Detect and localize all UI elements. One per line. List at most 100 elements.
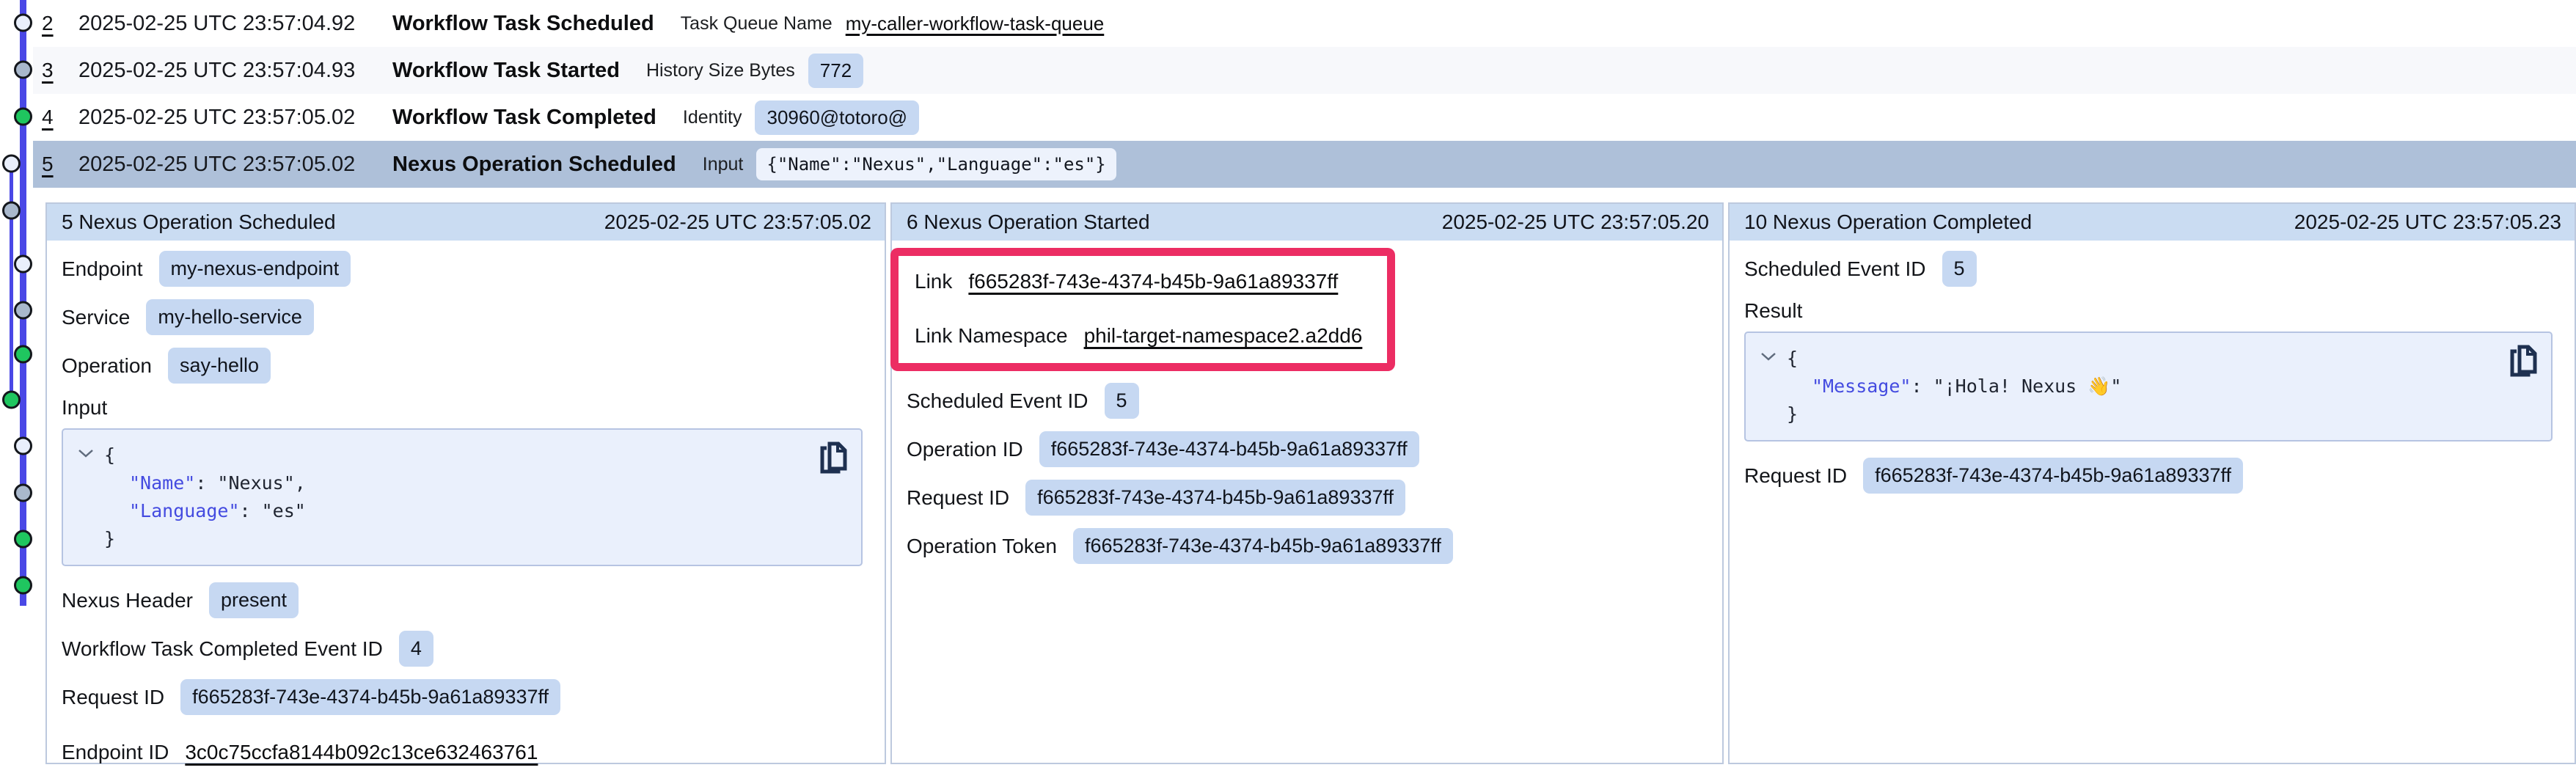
json-viewer-input: { "Name": "Nexus", "Language": "es" } xyxy=(62,428,863,566)
detail-label: Service xyxy=(62,306,130,329)
input-section-label: Input xyxy=(62,396,863,420)
detail-row: Workflow Task Completed Event ID 4 xyxy=(62,631,863,667)
chevron-down-icon[interactable] xyxy=(78,448,94,458)
json-line: } xyxy=(1756,400,2504,428)
timeline-event-dot-scheduled xyxy=(15,438,32,454)
detail-row: Nexus Header present xyxy=(62,582,863,618)
json-viewer-result: { "Message": "¡Hola! Nexus 👋" } xyxy=(1744,331,2553,442)
event-name: Workflow Task Started xyxy=(392,59,620,83)
history-event-row-selected[interactable]: 5 2025-02-25 UTC 23:57:05.02 Nexus Opera… xyxy=(33,141,2576,188)
timeline-event-dot-started xyxy=(15,485,32,501)
history-event-row[interactable]: 4 2025-02-25 UTC 23:57:05.02 Workflow Ta… xyxy=(33,94,2576,141)
event-attr-label: Identity xyxy=(683,107,742,128)
detail-value-badge: 4 xyxy=(399,631,433,667)
panel-title: 10 Nexus Operation Completed xyxy=(1744,210,2032,234)
event-detail-panel-completed: 10 Nexus Operation Completed 2025-02-25 … xyxy=(1728,202,2576,764)
detail-label: Scheduled Event ID xyxy=(1744,257,1926,281)
input-json-badge: {"Name":"Nexus","Language":"es"} xyxy=(756,148,1116,180)
event-attr-label: Input xyxy=(703,154,744,175)
event-timestamp: 2025-02-25 UTC 23:57:04.92 xyxy=(78,12,392,36)
timeline-event-dot-started xyxy=(4,202,20,219)
nexus-link[interactable]: f665283f-743e-4374-b45b-9a61a89337ff xyxy=(968,270,1338,293)
timeline-event-dot-completed xyxy=(4,392,20,408)
event-id-link[interactable]: 5 xyxy=(42,153,78,176)
timeline-event-dot-scheduled xyxy=(15,15,32,31)
detail-row: Request ID f665283f-743e-4374-b45b-9a61a… xyxy=(1744,458,2553,494)
detail-row: Request ID f665283f-743e-4374-b45b-9a61a… xyxy=(62,679,863,715)
detail-row: Endpoint ID 3c0c75ccfa8144b092c13ce63246… xyxy=(62,736,863,769)
detail-label: Link Namespace xyxy=(915,324,1068,348)
json-line: { xyxy=(73,442,814,469)
event-timestamp: 2025-02-25 UTC 23:57:05.02 xyxy=(78,153,392,177)
event-id-link[interactable]: 3 xyxy=(42,59,78,82)
event-name: Workflow Task Scheduled xyxy=(392,12,654,36)
detail-label: Nexus Header xyxy=(62,589,193,612)
copy-icon[interactable] xyxy=(817,440,848,475)
timeline-event-dot-scheduled xyxy=(15,256,32,272)
detail-row: Operation ID f665283f-743e-4374-b45b-9a6… xyxy=(907,431,1700,467)
event-name: Nexus Operation Scheduled xyxy=(392,153,676,177)
detail-label: Request ID xyxy=(1744,464,1847,488)
timeline-event-dot-started xyxy=(15,62,32,78)
detail-value-badge: my-hello-service xyxy=(146,299,314,335)
copy-icon[interactable] xyxy=(2507,343,2538,378)
panel-header: 6 Nexus Operation Started 2025-02-25 UTC… xyxy=(892,204,1722,241)
event-group-detail: 5 Nexus Operation Scheduled 2025-02-25 U… xyxy=(45,202,2576,764)
highlight-annotation-box: Link f665283f-743e-4374-b45b-9a61a89337f… xyxy=(890,248,1395,371)
history-event-row[interactable]: 2 2025-02-25 UTC 23:57:04.92 Workflow Ta… xyxy=(33,0,2576,47)
detail-row: Endpoint my-nexus-endpoint xyxy=(62,251,863,287)
attr-value-badge: 30960@totoro@ xyxy=(755,100,919,135)
detail-label: Request ID xyxy=(62,686,164,709)
detail-label: Workflow Task Completed Event ID xyxy=(62,637,383,661)
timeline-event-dot-completed xyxy=(15,346,32,362)
event-attr-label: History Size Bytes xyxy=(646,60,795,81)
detail-value-badge: 5 xyxy=(1942,251,1977,287)
panel-title: 5 Nexus Operation Scheduled xyxy=(62,210,336,234)
detail-value-badge: f665283f-743e-4374-b45b-9a61a89337ff xyxy=(1025,480,1405,516)
timeline-event-dot-completed xyxy=(15,531,32,547)
json-line: "Name": "Nexus", xyxy=(73,469,814,497)
detail-label: Operation xyxy=(62,354,152,378)
detail-label: Scheduled Event ID xyxy=(907,389,1088,413)
json-line: "Message": "¡Hola! Nexus 👋" xyxy=(1756,373,2504,400)
detail-row: Scheduled Event ID 5 xyxy=(907,383,1700,419)
detail-label: Request ID xyxy=(907,486,1009,510)
detail-value-badge: f665283f-743e-4374-b45b-9a61a89337ff xyxy=(1039,431,1419,467)
panel-body: Link f665283f-743e-4374-b45b-9a61a89337f… xyxy=(892,241,1722,763)
detail-row: Link f665283f-743e-4374-b45b-9a61a89337f… xyxy=(915,265,1372,298)
event-detail-panel-started: 6 Nexus Operation Started 2025-02-25 UTC… xyxy=(890,202,1724,764)
detail-value-badge: say-hello xyxy=(168,348,271,384)
event-id-link[interactable]: 4 xyxy=(42,106,78,129)
panel-header: 5 Nexus Operation Scheduled 2025-02-25 U… xyxy=(47,204,885,241)
detail-label: Endpoint ID xyxy=(62,741,169,764)
detail-label: Operation Token xyxy=(907,535,1057,558)
panel-timestamp: 2025-02-25 UTC 23:57:05.02 xyxy=(604,210,871,234)
detail-row: Scheduled Event ID 5 xyxy=(1744,251,2553,287)
json-line: "Language": "es" xyxy=(73,497,814,525)
event-detail-panel-scheduled: 5 Nexus Operation Scheduled 2025-02-25 U… xyxy=(45,202,886,764)
detail-row: Service my-hello-service xyxy=(62,299,863,335)
event-id-link[interactable]: 2 xyxy=(42,12,78,35)
panel-timestamp: 2025-02-25 UTC 23:57:05.23 xyxy=(2294,210,2561,234)
detail-value-badge: f665283f-743e-4374-b45b-9a61a89337ff xyxy=(180,679,560,715)
link-namespace-link[interactable]: phil-target-namespace2.a2dd6 xyxy=(1084,324,1363,348)
event-timestamp: 2025-02-25 UTC 23:57:04.93 xyxy=(78,59,392,83)
panel-title: 6 Nexus Operation Started xyxy=(907,210,1150,234)
detail-label: Endpoint xyxy=(62,257,143,281)
history-event-row[interactable]: 3 2025-02-25 UTC 23:57:04.93 Workflow Ta… xyxy=(33,47,2576,94)
detail-row: Link Namespace phil-target-namespace2.a2… xyxy=(915,319,1372,353)
json-line: } xyxy=(73,525,814,553)
task-queue-link[interactable]: my-caller-workflow-task-queue xyxy=(846,12,1105,35)
endpoint-id-link[interactable]: 3c0c75ccfa8144b092c13ce632463761 xyxy=(185,741,538,764)
detail-label: Operation ID xyxy=(907,438,1023,461)
timeline-event-dot-completed xyxy=(15,577,32,593)
chevron-down-icon[interactable] xyxy=(1760,351,1777,362)
timeline-event-dot-started xyxy=(15,302,32,318)
timeline-event-dot-completed xyxy=(15,109,32,125)
detail-value-badge: my-nexus-endpoint xyxy=(159,251,351,287)
panel-body: Scheduled Event ID 5 Result { "Message":… xyxy=(1730,241,2575,763)
detail-label: Link xyxy=(915,270,952,293)
detail-value-badge: f665283f-743e-4374-b45b-9a61a89337ff xyxy=(1073,528,1453,564)
event-timestamp: 2025-02-25 UTC 23:57:05.02 xyxy=(78,106,392,130)
json-line: { xyxy=(1756,345,2504,373)
